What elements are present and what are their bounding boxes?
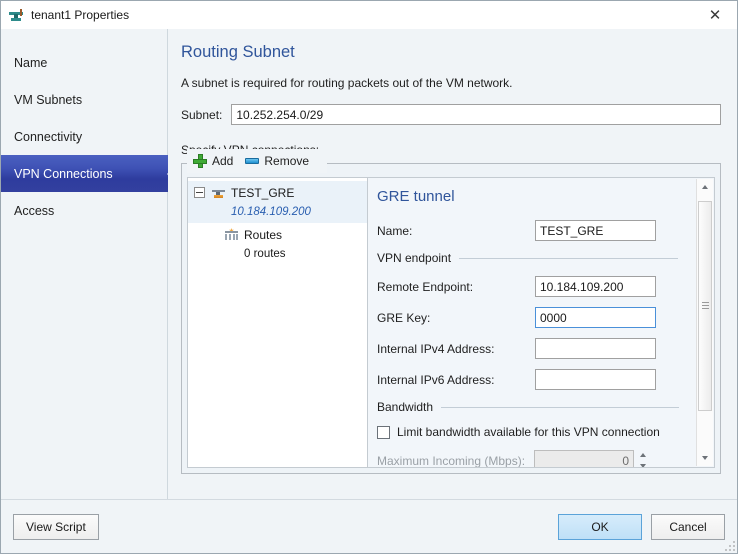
limit-bandwidth-checkbox[interactable]	[377, 425, 390, 439]
sidebar-item-access[interactable]: Access	[1, 192, 167, 229]
stepper-down-button[interactable]	[636, 461, 649, 467]
max-incoming-label: Maximum Incoming (Mbps):	[377, 453, 526, 468]
detail-scrollbar[interactable]	[696, 179, 713, 466]
sidebar-nav: Name VM Subnets Connectivity VPN Connect…	[1, 29, 168, 499]
name-input[interactable]	[535, 220, 656, 241]
resize-grip-icon[interactable]	[723, 539, 735, 551]
title-bar: tenant1 Properties ✕	[1, 1, 737, 30]
scroll-down-button[interactable]	[697, 450, 713, 466]
vpn-connections-tree: TEST_GRE 10.184.109.200 Routes 0 routes	[188, 178, 368, 467]
network-tenant-icon	[8, 7, 24, 23]
scroll-track[interactable]	[697, 195, 713, 450]
remove-button[interactable]: Remove	[243, 152, 315, 170]
gre-tunnel-icon	[211, 186, 226, 200]
internal-ipv4-input[interactable]	[535, 338, 656, 359]
max-incoming-stepper[interactable]	[534, 450, 649, 467]
chevron-down-icon	[702, 456, 708, 460]
internal-ipv4-row: Internal IPv4 Address:	[377, 338, 714, 359]
internal-ipv4-label: Internal IPv4 Address:	[377, 341, 495, 356]
vpn-connections-groupbox: Add Remove TEST_GRE 10.184.109.200 Route…	[181, 149, 721, 474]
remove-button-label: Remove	[264, 154, 310, 168]
collapse-icon[interactable]	[194, 187, 205, 198]
detail-title: GRE tunnel	[377, 188, 455, 205]
main-pane: Routing Subnet A subnet is required for …	[168, 29, 737, 499]
section-divider	[459, 257, 679, 259]
window-title: tenant1 Properties	[31, 8, 130, 22]
vpn-endpoint-section: VPN endpoint	[377, 251, 714, 265]
subnet-input[interactable]	[231, 104, 721, 125]
gre-key-label: GRE Key:	[377, 310, 431, 325]
chevron-up-icon	[639, 453, 646, 458]
remote-endpoint-row: Remote Endpoint:	[377, 276, 714, 297]
chevron-down-icon	[639, 463, 646, 467]
minus-icon	[245, 154, 260, 168]
name-row: Name:	[377, 220, 714, 241]
sidebar-item-vpn-connections[interactable]: VPN Connections	[1, 155, 168, 192]
max-incoming-input	[534, 450, 634, 467]
remote-endpoint-input[interactable]	[535, 276, 656, 297]
internal-ipv6-label: Internal IPv6 Address:	[377, 372, 495, 387]
vpn-panel-inner: TEST_GRE 10.184.109.200 Routes 0 routes	[187, 177, 715, 468]
section-divider	[441, 406, 680, 408]
scroll-up-button[interactable]	[697, 179, 713, 195]
plus-icon	[193, 154, 207, 168]
sidebar-item-connectivity[interactable]: Connectivity	[1, 118, 167, 155]
vpn-toolbar: Add Remove	[187, 149, 328, 173]
sidebar-item-label: VPN Connections	[14, 166, 113, 181]
properties-dialog: tenant1 Properties ✕ Name VM Subnets Con…	[0, 0, 738, 554]
add-button-label: Add	[212, 154, 234, 168]
sidebar-item-label: VM Subnets	[14, 92, 83, 107]
gre-tunnel-detail-panel: GRE tunnel Name: VPN endpoint Remote End…	[368, 178, 714, 467]
subnet-row: Subnet:	[181, 104, 721, 125]
limit-bandwidth-row[interactable]: Limit bandwidth available for this VPN c…	[377, 425, 714, 439]
tree-node-sublabel: 10.184.109.200	[231, 206, 311, 218]
tree-node-label: Routes	[244, 228, 283, 242]
max-incoming-row: Maximum Incoming (Mbps):	[377, 450, 714, 467]
tree-node-routes[interactable]: Routes 0 routes	[188, 223, 367, 265]
close-icon[interactable]: ✕	[693, 1, 737, 28]
dialog-footer: View Script OK Cancel	[1, 499, 737, 553]
sidebar-item-label: Access	[14, 203, 55, 218]
vpn-endpoint-label: VPN endpoint	[377, 251, 452, 265]
name-label: Name:	[377, 223, 413, 238]
grip-icon	[702, 302, 709, 311]
sidebar-item-name[interactable]: Name	[1, 44, 167, 81]
page-title: Routing Subnet	[181, 43, 295, 61]
internal-ipv6-row: Internal IPv6 Address:	[377, 369, 714, 390]
tree-node-sublabel: 0 routes	[244, 248, 286, 260]
chevron-up-icon	[702, 185, 708, 189]
tree-node-label: TEST_GRE	[231, 186, 295, 200]
gre-key-row: GRE Key:	[377, 307, 714, 328]
scroll-thumb[interactable]	[698, 201, 712, 411]
stepper-up-button[interactable]	[636, 450, 649, 461]
remote-endpoint-label: Remote Endpoint:	[377, 279, 474, 294]
add-button[interactable]: Add	[191, 152, 239, 170]
tree-node-gre-tunnel[interactable]: TEST_GRE 10.184.109.200	[188, 181, 367, 223]
tree-node-text: TEST_GRE 10.184.109.200	[231, 184, 311, 220]
page-description: A subnet is required for routing packets…	[181, 76, 513, 90]
sidebar-item-label: Name	[14, 55, 48, 70]
selection-notch	[156, 155, 168, 192]
tree-node-text: Routes 0 routes	[244, 226, 286, 262]
routes-icon	[224, 228, 239, 242]
sidebar-item-label: Connectivity	[14, 129, 83, 144]
sidebar-item-vm-subnets[interactable]: VM Subnets	[1, 81, 167, 118]
limit-bandwidth-label: Limit bandwidth available for this VPN c…	[397, 425, 660, 439]
subnet-label: Subnet:	[181, 107, 223, 122]
ok-button[interactable]: OK	[558, 513, 642, 540]
internal-ipv6-input[interactable]	[535, 369, 656, 390]
gre-key-input[interactable]	[535, 307, 656, 328]
dialog-content: Name VM Subnets Connectivity VPN Connect…	[1, 29, 737, 499]
view-script-button[interactable]: View Script	[13, 513, 99, 540]
bandwidth-section: Bandwidth	[377, 400, 714, 414]
stepper-buttons[interactable]	[636, 450, 649, 467]
cancel-button[interactable]: Cancel	[651, 513, 725, 540]
bandwidth-label: Bandwidth	[377, 400, 434, 414]
